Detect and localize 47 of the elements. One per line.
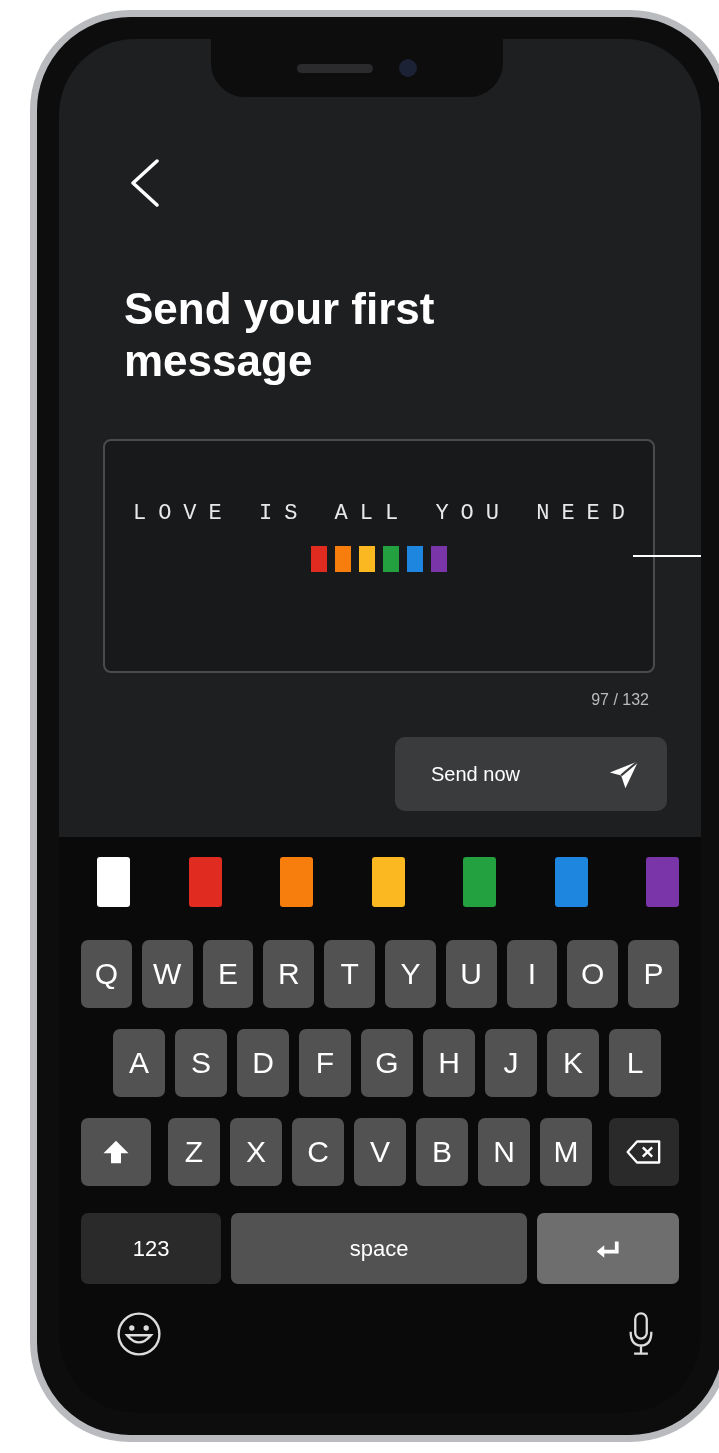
microphone-icon[interactable]: [627, 1311, 655, 1357]
keyboard-key[interactable]: D: [237, 1029, 289, 1097]
space-key[interactable]: space: [231, 1213, 527, 1284]
color-swatch[interactable]: [554, 857, 588, 907]
keyboard-key[interactable]: J: [485, 1029, 537, 1097]
keyboard-key[interactable]: O: [567, 940, 619, 1008]
backspace-key[interactable]: [609, 1118, 679, 1186]
keyboard-key[interactable]: Y: [385, 940, 436, 1008]
keyboard-key[interactable]: Z: [168, 1118, 220, 1186]
keyboard-key[interactable]: Q: [81, 940, 132, 1008]
keyboard-key[interactable]: N: [478, 1118, 530, 1186]
keyboard-key[interactable]: R: [263, 940, 315, 1008]
keyboard-key[interactable]: C: [292, 1118, 344, 1186]
keyboard-key[interactable]: U: [445, 940, 497, 1008]
leader-line: [633, 555, 701, 557]
character-counter: 97 / 132: [590, 691, 650, 709]
backspace-icon: [625, 1138, 663, 1166]
message-text: LOVE IS ALL YOU NEED: [131, 500, 637, 526]
numbers-key[interactable]: 123: [81, 1213, 222, 1284]
keyboard-key[interactable]: L: [609, 1029, 661, 1097]
page-title: Send your first message: [124, 283, 436, 387]
keyboard-key[interactable]: G: [361, 1029, 413, 1097]
keyboard-key[interactable]: P: [628, 940, 679, 1008]
keyboard-key[interactable]: I: [506, 940, 558, 1008]
keyboard-key[interactable]: B: [416, 1118, 468, 1186]
keyboard-key[interactable]: T: [324, 940, 375, 1008]
keyboard-key[interactable]: V: [354, 1118, 406, 1186]
color-swatch[interactable]: [371, 857, 405, 907]
keyboard-key[interactable]: X: [230, 1118, 282, 1186]
keyboard-key[interactable]: K: [547, 1029, 599, 1097]
keyboard-key[interactable]: A: [113, 1029, 165, 1097]
keyboard-key[interactable]: W: [141, 940, 193, 1008]
emoji-icon[interactable]: [115, 1310, 163, 1358]
send-button[interactable]: Send now: [395, 737, 667, 811]
keyboard-key[interactable]: E: [202, 940, 254, 1008]
shift-key[interactable]: [81, 1118, 151, 1186]
color-swatch[interactable]: [463, 857, 496, 907]
color-swatch[interactable]: [188, 857, 222, 907]
message-field[interactable]: LOVE IS ALL YOU NEED: [103, 439, 655, 673]
color-swatch[interactable]: [280, 857, 313, 907]
keyboard-key[interactable]: M: [540, 1118, 592, 1186]
color-swatch[interactable]: [97, 857, 130, 907]
back-icon[interactable]: [129, 159, 161, 207]
keyboard-key[interactable]: S: [175, 1029, 227, 1097]
color-swatch[interactable]: [646, 857, 679, 907]
keyboard-key[interactable]: H: [423, 1029, 475, 1097]
keyboard-key[interactable]: F: [299, 1029, 351, 1097]
